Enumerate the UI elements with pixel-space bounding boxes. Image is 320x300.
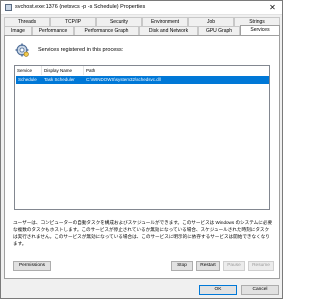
services-heading: Services registered in this process: — [38, 47, 124, 53]
tab-security[interactable]: Security — [96, 17, 142, 26]
app-window-icon — [5, 4, 12, 11]
tab-threads[interactable]: Threads — [4, 17, 50, 26]
table-row[interactable]: Schedule Task Scheduler C:\WINDOWS\syste… — [16, 76, 269, 84]
close-button[interactable]: ✕ — [268, 3, 277, 12]
services-list[interactable]: Service Display Name Path Schedule Task … — [14, 65, 270, 210]
restart-button[interactable]: Restart — [196, 261, 220, 271]
column-header-display-name[interactable]: Display Name — [42, 66, 84, 75]
title-bar: svchost.exe:1376 (netsvcs -p -s Schedule… — [1, 1, 282, 15]
tab-row-2: Image Performance Performance Graph Disk… — [4, 25, 280, 35]
ok-button[interactable]: OK — [199, 285, 237, 295]
tab-performance-graph[interactable]: Performance Graph — [74, 26, 139, 35]
cancel-button[interactable]: Cancel — [241, 285, 279, 295]
tab-environment[interactable]: Environment — [142, 17, 188, 26]
tab-services[interactable]: Services — [240, 25, 280, 35]
services-panel: Services registered in this process: Ser… — [4, 35, 280, 279]
service-cell: Schedule — [18, 77, 37, 82]
services-gear-icon — [15, 43, 29, 57]
tab-gpu-graph[interactable]: GPU Graph — [198, 26, 240, 35]
tab-disk-and-network[interactable]: Disk and Network — [139, 26, 198, 35]
display-name-cell: Task Scheduler — [44, 77, 75, 82]
tab-row-1: Threads TCP/IP Security Environment Job … — [4, 17, 280, 26]
service-description: ユーザーは、コンピューターの自動タスクを構成およびスケジュールができます。このサ… — [13, 220, 273, 246]
tab-performance[interactable]: Performance — [32, 26, 74, 35]
tab-tcpip[interactable]: TCP/IP — [50, 17, 96, 26]
window-title: svchost.exe:1376 (netsvcs -p -s Schedule… — [15, 4, 146, 10]
path-cell: C:\WINDOWS\system32\schedsvc.dll — [86, 77, 161, 82]
services-list-header: Service Display Name Path — [15, 66, 269, 75]
stop-button[interactable]: Stop — [171, 261, 193, 271]
resume-button[interactable]: Resume — [248, 261, 274, 271]
permissions-button[interactable]: Permissions — [13, 261, 51, 271]
column-header-path[interactable]: Path — [84, 66, 270, 75]
pause-button[interactable]: Pause — [223, 261, 245, 271]
tab-image[interactable]: Image — [4, 26, 32, 35]
properties-window: svchost.exe:1376 (netsvcs -p -s Schedule… — [0, 0, 283, 299]
column-header-service[interactable]: Service — [15, 66, 42, 75]
tab-job[interactable]: Job — [188, 17, 234, 26]
